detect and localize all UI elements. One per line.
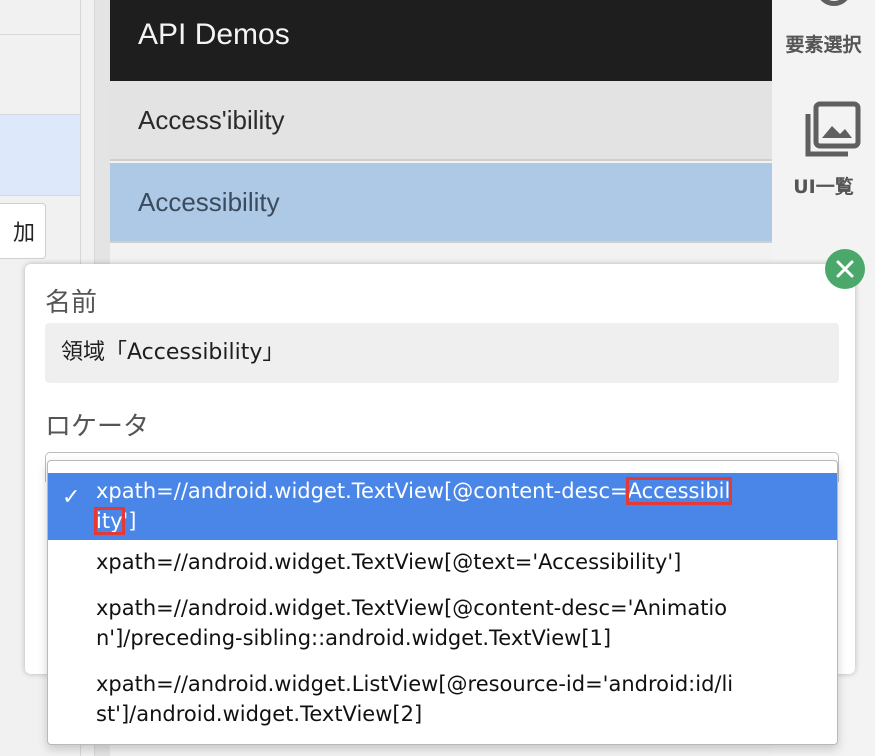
app-bar: API Demos [110,0,772,81]
highlight-box: ity [94,507,125,535]
option-text: xpath=//android.widget.TextView[@text='A… [96,550,682,574]
option-text: st']/android.widget.TextView[2] [96,702,423,726]
select-element-tool[interactable]: 要素選択 [772,30,875,57]
list-item-accessibility-quote[interactable]: Access'ibility [110,81,772,161]
option-text: n']/preceding-sibling::android.widget.Te… [96,626,612,650]
locator-option-4[interactable]: xpath=//android.widget.ListView[@resourc… [48,669,837,729]
name-label: 名前 [45,288,98,318]
highlight-box: Accessibil [625,477,733,505]
ui-list-label: UI一覧 [793,176,854,198]
locator-option-1[interactable]: ✓ xpath=//android.widget.TextView[@conte… [48,473,837,540]
list-item-label: Access'ibility [138,105,285,135]
option-text: xpath=//android.widget.ListView[@resourc… [96,672,734,696]
locator-option-3[interactable]: xpath=//android.widget.TextView[@content… [48,593,837,653]
name-field[interactable]: 領域「Accessibility」 [45,323,839,383]
locator-dropdown: ✓ xpath=//android.widget.TextView[@conte… [47,460,838,745]
gallery-icon[interactable] [802,100,862,160]
option-text: xpath=//android.widget.TextView[@content… [96,479,628,503]
close-button[interactable] [825,249,865,289]
locator-option-2[interactable]: xpath=//android.widget.TextView[@text='A… [48,547,837,577]
row-divider [0,34,80,35]
close-icon [836,260,854,278]
list-item-accessibility[interactable]: Accessibility [110,163,772,243]
locator-label: ロケータ [45,412,150,442]
app-title: API Demos [138,18,290,51]
add-button-label: 加 [12,221,35,246]
list-item-label: Accessibility [138,187,280,217]
add-button[interactable]: 加 [0,203,46,259]
option-text: '] [122,509,137,533]
highlighted-row[interactable] [0,114,80,196]
ui-list-tool[interactable]: UI一覧 [772,172,875,199]
select-element-label: 要素選択 [785,34,862,56]
check-icon: ✓ [62,485,81,510]
option-text: xpath=//android.widget.TextView[@content… [96,596,728,620]
pin-icon[interactable] [816,0,852,6]
